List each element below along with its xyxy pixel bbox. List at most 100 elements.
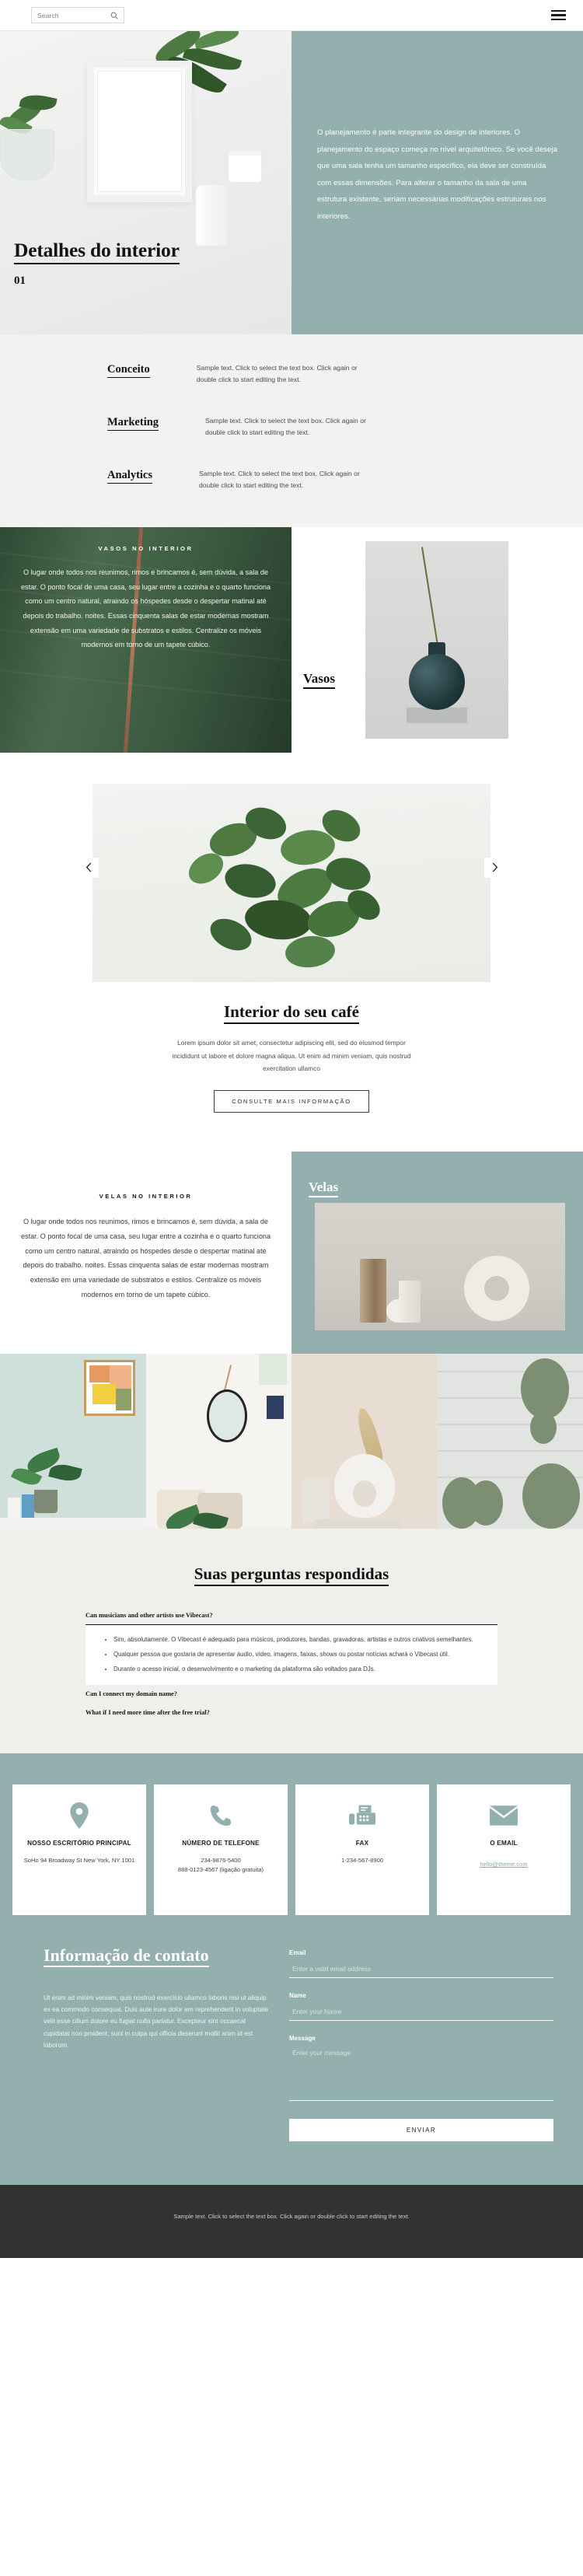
wall-plank xyxy=(437,1450,583,1452)
send-button[interactable]: ENVIAR xyxy=(289,2119,553,2142)
hero-interior-photo: Detalhes do interior 01 xyxy=(0,31,292,334)
chevron-left-icon xyxy=(86,862,93,872)
carousel-prev-button[interactable] xyxy=(79,857,99,878)
hero-heading-block: Detalhes do interior 01 xyxy=(14,239,180,288)
vase-body xyxy=(409,654,465,711)
faq-answer-bullet: Durante o acesso inicial, o desenvolvime… xyxy=(113,1664,484,1674)
wood-candle xyxy=(360,1259,386,1323)
faq-title: Suas perguntas respondidas xyxy=(194,1564,389,1587)
candles-photo xyxy=(315,1203,565,1331)
gallery-item-cactus[interactable] xyxy=(437,1354,583,1529)
blue-vase xyxy=(22,1494,34,1519)
hero-section: Detalhes do interior 01 O planejamento é… xyxy=(0,31,583,334)
framed-wall-art xyxy=(84,1360,135,1417)
faq-question-3[interactable]: What if I need more time after the free … xyxy=(86,1704,497,1722)
features-section: Conceito Sample text. Click to select th… xyxy=(0,334,583,528)
leaf-background-photo: VASOS NO INTERIOR O lugar onde todos nos… xyxy=(0,527,292,753)
contact-card-line: 888-0123-4567 (ligação gratuita) xyxy=(177,1866,264,1874)
carousel-section xyxy=(0,753,583,983)
velas-text-panel: VELAS NO INTERIOR O lugar onde todos nos… xyxy=(0,1152,292,1354)
carousel-next-button[interactable] xyxy=(484,857,504,878)
pedestal xyxy=(315,1519,400,1529)
name-label: Name xyxy=(289,1992,306,2000)
message-field[interactable] xyxy=(289,2046,553,2102)
cactus-pad xyxy=(522,1463,580,1529)
white-candle xyxy=(399,1281,421,1323)
white-vase xyxy=(196,185,227,246)
cta-text: Lorem ipsum dolor sit amet, consectetur … xyxy=(172,1039,411,1072)
contact-form-description: Ut enim ad minim veniam, quis nostrud ex… xyxy=(44,1993,269,2049)
more-info-button[interactable]: CONSULTE MAIS INFORMAÇÃO xyxy=(214,1090,369,1113)
footer-text: Sample text. Click to select the text bo… xyxy=(173,2213,410,2221)
velas-kicker: VELAS NO INTERIOR xyxy=(99,1193,193,1201)
contact-card-title: FAX xyxy=(355,1840,369,1847)
faq-question-1[interactable]: Can musicians and other artists use Vibe… xyxy=(86,1606,497,1626)
message-label: Message xyxy=(289,2035,316,2043)
monstera-leaf xyxy=(48,1461,82,1484)
phone-icon xyxy=(162,1800,280,1831)
faq-question-2[interactable]: Can I connect my domain name? xyxy=(86,1685,497,1704)
cta-section: Interior do seu café Lorem ipsum dolor s… xyxy=(0,982,583,1152)
dried-stem xyxy=(421,547,438,646)
hero-text-panel: O planejamento é parte integrante do des… xyxy=(292,31,583,334)
faq-answer-bullet: Qualquer pessoa que gostaria de apresent… xyxy=(113,1649,484,1659)
contact-card-title: O EMAIL xyxy=(490,1840,518,1847)
feature-title-cell: Marketing xyxy=(45,415,205,432)
envelope-icon xyxy=(445,1800,563,1831)
chevron-right-icon xyxy=(491,862,498,872)
velas-paragraph: O lugar onde todos nos reunimos, rimos e… xyxy=(20,1218,271,1298)
gallery-item-mirror-and-pillows[interactable] xyxy=(145,1354,292,1529)
gallery-item-donut-vase[interactable] xyxy=(292,1354,438,1529)
cactus-pad xyxy=(530,1411,557,1445)
vasos-paragraph: O lugar onde todos nos reunimos, rimos e… xyxy=(20,568,271,649)
page-title: Detalhes do interior xyxy=(14,239,180,265)
feature-text-conceito: Sample text. Click to select the text bo… xyxy=(196,364,358,384)
email-link[interactable]: hello@theme.com xyxy=(480,1861,527,1868)
feature-title-cell: Conceito xyxy=(45,362,197,378)
search-input[interactable]: Search xyxy=(31,7,124,23)
velas-image-panel: Velas xyxy=(292,1152,583,1354)
burger-line xyxy=(551,10,566,12)
wall-plank xyxy=(437,1424,583,1425)
contact-card-phone: NÚMERO DE TELEFONE 234-9876-5400 888-012… xyxy=(154,1784,288,1916)
feature-row: Marketing Sample text. Click to select t… xyxy=(0,415,583,439)
small-vase xyxy=(8,1498,20,1519)
eucalyptus-leaf xyxy=(284,933,337,970)
mirror-rope xyxy=(223,1365,232,1392)
contact-card-line: 234-9876-5400 xyxy=(201,1856,241,1864)
page-root: Search Detalhes do interior 01 O planeja… xyxy=(0,0,583,2258)
vasos-kicker: VASOS NO INTERIOR xyxy=(98,545,194,553)
faq-answer-1: Sim, absolutamente. O Vibecast é adequad… xyxy=(86,1625,497,1686)
contact-card-line: 1-234-567-8900 xyxy=(340,1856,384,1864)
feature-text-analytics: Sample text. Click to select the text bo… xyxy=(199,470,360,490)
donut-vase xyxy=(464,1256,529,1322)
feature-text-marketing: Sample text. Click to select the text bo… xyxy=(205,417,366,437)
white-cup xyxy=(227,149,263,184)
contact-card-office: NOSSO ESCRITÓRIO PRINCIPAL SoHo 94 Broad… xyxy=(12,1784,146,1916)
eucalyptus-carousel-slide xyxy=(93,784,490,983)
hamburger-menu-icon[interactable] xyxy=(551,10,566,20)
marble-block xyxy=(302,1479,329,1523)
white-donut-vase xyxy=(333,1454,395,1519)
picture-frame xyxy=(87,61,192,202)
burger-line xyxy=(551,18,566,20)
name-field[interactable] xyxy=(289,2005,553,2022)
eucalyptus-leaf xyxy=(222,859,279,903)
field-name: Name xyxy=(289,1992,553,2022)
photo-gallery xyxy=(0,1354,583,1529)
feature-row: Analytics Sample text. Click to select t… xyxy=(0,468,583,491)
email-field[interactable] xyxy=(289,1963,553,1979)
feature-title-analytics[interactable]: Analytics xyxy=(107,469,152,484)
contact-form-title: Informação de contato xyxy=(44,1945,209,1968)
vasos-label: Vasos xyxy=(303,671,335,690)
feature-title-conceito[interactable]: Conceito xyxy=(107,363,150,378)
wall-decor xyxy=(267,1396,284,1420)
velas-section: VELAS NO INTERIOR O lugar onde todos nos… xyxy=(0,1152,583,1354)
contact-card-title: NOSSO ESCRITÓRIO PRINCIPAL xyxy=(27,1840,131,1847)
feature-row: Conceito Sample text. Click to select th… xyxy=(0,362,583,386)
cactus-pad xyxy=(468,1480,503,1526)
search-icon[interactable] xyxy=(110,12,118,19)
gallery-item-plant-and-wall-art[interactable] xyxy=(0,1354,146,1529)
feature-title-marketing[interactable]: Marketing xyxy=(107,416,159,432)
faq-list: Can musicians and other artists use Vibe… xyxy=(86,1606,497,1722)
